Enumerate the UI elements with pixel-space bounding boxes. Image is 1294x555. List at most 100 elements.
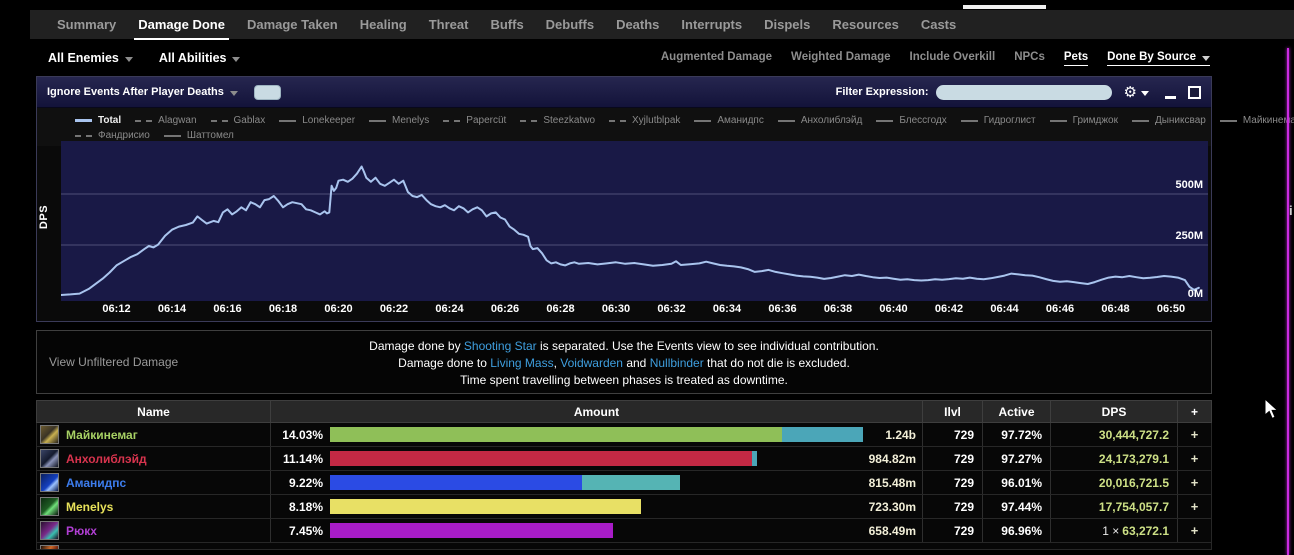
player-name-link[interactable]: Анхолиблэйд <box>66 452 147 466</box>
legend-label: Lonekeeper <box>302 115 356 126</box>
legend-swatch <box>279 119 297 122</box>
expand-row-button[interactable]: + <box>1177 447 1211 470</box>
notice-text-segment: Time spent travelling between phases is … <box>460 373 788 387</box>
legend-item-Гидроглист[interactable]: Гидроглист <box>960 115 1036 126</box>
nav-tab-debuffs[interactable]: Debuffs <box>535 10 605 39</box>
nav-tab-dispels[interactable]: Dispels <box>753 10 821 39</box>
legend-item-Gablax[interactable]: Gablax <box>210 115 265 126</box>
legend-item-Фандрисио[interactable]: Фандрисио <box>75 130 150 141</box>
nav-tab-resources[interactable]: Resources <box>821 10 909 39</box>
legend-item-Аманидпс[interactable]: Аманидпс <box>694 115 764 126</box>
toggle-include-overkill[interactable]: Include Overkill <box>910 51 996 65</box>
enemies-dropdown-label: All Enemies <box>48 51 119 65</box>
damage-bar-segment <box>582 475 680 490</box>
x-tick-label: 06:32 <box>657 303 686 315</box>
table-row: Анхолиблэйд 11.14% 984.82m 729 97.27% 24,173,… <box>36 447 1212 471</box>
legend-item-Lonekeeper[interactable]: Lonekeeper <box>279 115 355 126</box>
legend-swatch <box>1049 119 1067 122</box>
player-name-link[interactable]: Menelys <box>66 500 113 514</box>
settings-gear-button[interactable]: ⚙ <box>1124 85 1149 100</box>
x-tick-label: 06:16 <box>213 303 242 315</box>
warrior-slash-icon <box>40 545 59 549</box>
legend-item-Papercüt[interactable]: Papercüt <box>443 115 506 126</box>
filter-expression-input[interactable] <box>935 84 1112 100</box>
notice-entity-link[interactable]: Voidwarden <box>560 356 623 370</box>
notice-entity-link[interactable]: Nullbinder <box>650 356 704 370</box>
legend-row: Фандрисио Шаттомел <box>75 130 1203 141</box>
hunter-portrait-icon <box>40 425 59 444</box>
col-header-active[interactable]: Active <box>982 401 1050 422</box>
death-cutoff-dropdown[interactable]: Ignore Events After Player Deaths <box>47 86 238 98</box>
expand-row-button[interactable]: + <box>1177 423 1211 446</box>
legend-item-Блессгодх[interactable]: Блессгодх <box>876 115 947 126</box>
toggle-done-by-source[interactable]: Done By Source <box>1107 51 1210 66</box>
legend-item-Menelys[interactable]: Menelys <box>369 115 429 126</box>
dps-value: 17,754,057.7 <box>1098 499 1169 514</box>
legend-item-Майкинемаг[interactable]: Майкинемаг <box>1219 115 1294 126</box>
legend-item-Шаттомел[interactable]: Шаттомел <box>163 130 234 141</box>
legend-item-Дыниксвар[interactable]: Дыниксвар <box>1131 115 1206 126</box>
x-tick-label: 06:18 <box>268 303 298 315</box>
nav-tab-buffs[interactable]: Buffs <box>479 10 534 39</box>
nav-tab-casts[interactable]: Casts <box>910 10 967 39</box>
clipped-edge-text: i <box>1289 203 1293 218</box>
death-cutoff-toggle[interactable] <box>253 84 281 100</box>
damage-percent: 8.18% <box>288 500 323 514</box>
legend-item-Steezkatwo[interactable]: Steezkatwo <box>520 115 595 126</box>
legend-item-Анхолиблэйд[interactable]: Анхолиблэйд <box>777 115 862 126</box>
nav-tab-summary[interactable]: Summary <box>46 10 127 39</box>
x-tick-label: 06:36 <box>768 303 797 315</box>
toggle-augmented-damage[interactable]: Augmented Damage <box>661 51 772 65</box>
x-tick-label: 06:44 <box>990 303 1019 315</box>
notice-entity-link[interactable]: Shooting Star <box>464 339 537 353</box>
maximize-panel-icon[interactable] <box>1188 85 1201 99</box>
notice-line: Time spent travelling between phases is … <box>37 372 1211 389</box>
legend-swatch <box>694 119 712 122</box>
legend-label: Аманидпс <box>717 115 764 126</box>
enemies-dropdown[interactable]: All Enemies <box>48 51 133 65</box>
minimize-panel-icon[interactable] <box>1165 95 1176 99</box>
expand-row-button[interactable]: + <box>1177 471 1211 494</box>
nav-tab-deaths[interactable]: Deaths <box>605 10 670 39</box>
player-name-link[interactable]: Майкинемаг <box>66 428 138 442</box>
notice-text: Damage done by Shooting Star is separate… <box>37 331 1211 389</box>
player-name-link[interactable]: Рюкх <box>66 524 97 538</box>
legend-item-Гримджок[interactable]: Гримджок <box>1049 115 1118 126</box>
expand-row-button[interactable]: + <box>1177 495 1211 518</box>
legend-swatch <box>1219 119 1237 122</box>
abilities-dropdown[interactable]: All Abilities <box>159 51 241 65</box>
legend-swatch <box>960 119 978 122</box>
dps-value: 30,444,727.2 <box>1098 427 1169 442</box>
toggle-npcs[interactable]: NPCs <box>1014 51 1045 65</box>
view-unfiltered-damage-link[interactable]: View Unfiltered Damage <box>49 355 178 369</box>
x-tick-label: 06:40 <box>879 303 908 315</box>
nav-tab-damage-taken[interactable]: Damage Taken <box>236 10 349 39</box>
damage-bar-segment <box>330 451 752 466</box>
adjacent-panel-border <box>1287 48 1289 555</box>
legend-item-Total[interactable]: Total <box>75 115 121 126</box>
toggle-pets[interactable]: Pets <box>1063 51 1089 66</box>
nav-tab-interrupts[interactable]: Interrupts <box>670 10 753 39</box>
nav-tab-threat[interactable]: Threat <box>418 10 480 39</box>
col-header-dps[interactable]: DPS <box>1050 401 1177 422</box>
legend-item-Xyjlutblpak[interactable]: Xyjlutblpak <box>609 115 680 126</box>
x-tick-label: 06:30 <box>601 303 631 315</box>
player-name-link[interactable]: Аманидпс <box>66 476 126 490</box>
expand-row-button[interactable]: + <box>1177 519 1211 542</box>
y-tick-label: 250M <box>1175 230 1203 242</box>
col-header-amount[interactable]: Amount <box>270 401 922 422</box>
legend-item-Alagwan[interactable]: Alagwan <box>135 115 197 126</box>
col-header-expand[interactable]: + <box>1177 401 1211 422</box>
x-tick-label: 06:12 <box>102 303 131 315</box>
deathknight-portrait-icon <box>40 449 59 468</box>
col-header-ilvl[interactable]: Ilvl <box>922 401 982 422</box>
col-header-name[interactable]: Name <box>37 401 270 422</box>
toggle-weighted-damage[interactable]: Weighted Damage <box>791 51 890 65</box>
legend-swatch <box>520 119 538 122</box>
nav-tab-healing[interactable]: Healing <box>349 10 418 39</box>
legend-label: Фандрисио <box>98 130 150 141</box>
notice-entity-link[interactable]: Living Mass <box>490 356 553 370</box>
dps-cell: 1 × 63,272.1 <box>1050 519 1177 542</box>
nav-tab-damage-done[interactable]: Damage Done <box>127 10 236 40</box>
active-cell: 97.44% <box>982 495 1050 518</box>
